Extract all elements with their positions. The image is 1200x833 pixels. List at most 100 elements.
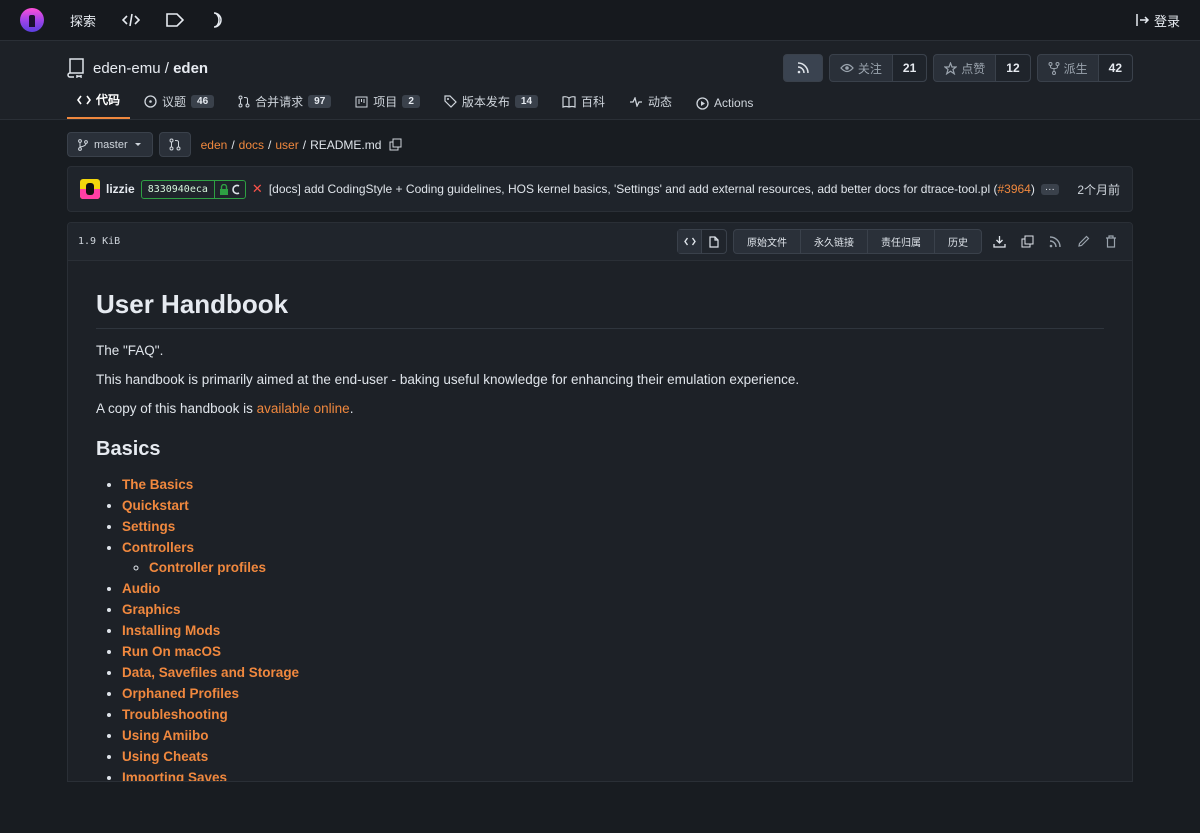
list-item: Using Cheats [122, 749, 1104, 764]
moon-icon[interactable] [210, 12, 224, 28]
fork-button[interactable]: 派生 42 [1036, 54, 1133, 82]
repo-title[interactable]: eden-emu / eden [93, 60, 208, 77]
list-item: Installing Mods [122, 623, 1104, 638]
commit-pr-link[interactable]: #3964 [997, 182, 1030, 196]
tab-code[interactable]: 代码 [67, 91, 131, 119]
doc-link[interactable]: Importing Saves [122, 770, 227, 781]
list-item: Quickstart [122, 498, 1104, 513]
doc-link[interactable]: Troubleshooting [122, 707, 228, 722]
pulse-icon [630, 96, 643, 107]
tab-label: 议题 [162, 95, 187, 109]
login-link[interactable]: 登录 [1136, 11, 1180, 30]
path-segment[interactable]: docs [239, 138, 264, 152]
star-button[interactable]: 点赞 12 [933, 54, 1031, 82]
list-item: Controllers Controller profiles [122, 540, 1104, 575]
project-icon [355, 96, 368, 107]
download-icon[interactable] [988, 235, 1010, 248]
eye-icon [840, 63, 854, 73]
doc-link[interactable]: The Basics [122, 477, 193, 492]
tab-issues[interactable]: 议题 46 [134, 93, 224, 119]
doc-link[interactable]: Data, Savefiles and Storage [122, 665, 299, 680]
trash-icon[interactable] [1100, 235, 1122, 248]
avatar[interactable] [80, 179, 100, 199]
doc-link[interactable]: Run On macOS [122, 644, 221, 659]
file-size: 1.9 KiB [78, 236, 121, 247]
copy-icon[interactable] [1016, 235, 1038, 248]
watch-button[interactable]: 关注 21 [828, 54, 928, 82]
star-label: 点赞 [961, 61, 986, 76]
rendered-view-button[interactable] [702, 230, 726, 253]
tab-label: 项目 [373, 95, 398, 109]
doc-link[interactable]: Using Amiibo [122, 728, 209, 743]
tab-actions[interactable]: Actions [686, 96, 763, 119]
tab-pull-requests[interactable]: 合并请求 97 [228, 93, 341, 119]
code-icon [683, 237, 696, 246]
path-segment[interactable]: user [275, 138, 298, 152]
latest-commit-bar: lizzie 8330940eca ✕ [docs] add CodingSty… [67, 166, 1133, 212]
permalink-button[interactable]: 永久链接 [801, 230, 868, 253]
login-label: 登录 [1153, 13, 1180, 29]
source-view-button[interactable] [678, 230, 702, 253]
tab-label: 合并请求 [255, 95, 304, 109]
repo-owner[interactable]: eden-emu [93, 60, 161, 77]
doc-link[interactable]: Audio [122, 581, 160, 596]
watch-count[interactable]: 21 [891, 55, 927, 81]
tab-label: 动态 [648, 95, 673, 109]
tab-wiki[interactable]: 百科 [552, 93, 615, 119]
commit-author[interactable]: lizzie [106, 182, 135, 196]
code-icon[interactable] [122, 13, 141, 27]
star-icon [944, 61, 958, 75]
compare-button[interactable] [158, 132, 191, 157]
branch-icon [78, 138, 88, 151]
commit-sha-button[interactable]: 8330940eca [140, 179, 246, 199]
doc-link[interactable]: Controller profiles [149, 560, 266, 575]
release-count-badge: 14 [514, 95, 539, 108]
commit-message[interactable]: [docs] add CodingStyle + Coding guidelin… [269, 182, 1035, 196]
list-item: The Basics [122, 477, 1104, 492]
paragraph-faq: The "FAQ". [96, 343, 164, 358]
text: A copy of this handbook is [96, 401, 257, 416]
commit-message-text: [docs] add CodingStyle + Coding guidelin… [268, 182, 998, 196]
repo-name[interactable]: eden [173, 60, 208, 77]
basics-list: The Basics Quickstart Settings Controlle… [96, 477, 1104, 781]
text: . [349, 401, 354, 416]
doc-link[interactable]: Controllers [122, 540, 194, 555]
doc-link[interactable]: Installing Mods [122, 623, 220, 638]
signature-icon [232, 184, 240, 194]
expand-commit-button[interactable]: ··· [1040, 183, 1059, 195]
raw-file-button[interactable]: 原始文件 [734, 230, 801, 253]
blame-button[interactable]: 责任归属 [868, 230, 935, 253]
tab-activity[interactable]: 动态 [619, 93, 682, 119]
path-filename: README.md [310, 137, 382, 152]
list-item: Settings [122, 519, 1104, 534]
file-actions-group: 原始文件 永久链接 责任归属 历史 [733, 229, 982, 254]
tab-projects[interactable]: 项目 2 [345, 93, 430, 119]
ci-failed-icon[interactable]: ✕ [252, 181, 263, 197]
tag-icon[interactable] [166, 13, 185, 27]
commit-sha[interactable]: 8330940eca [142, 184, 214, 195]
site-logo[interactable] [20, 8, 44, 32]
available-online-link[interactable]: available online [257, 401, 350, 416]
doc-link[interactable]: Using Cheats [122, 749, 208, 764]
doc-link[interactable]: Graphics [122, 602, 181, 617]
nav-explore[interactable]: 探索 [70, 11, 96, 30]
path-segment[interactable]: eden [201, 138, 228, 152]
rss-icon[interactable] [1044, 235, 1066, 248]
tab-label: 版本发布 [461, 95, 510, 109]
edit-icon[interactable] [1072, 235, 1094, 248]
history-button[interactable]: 历史 [935, 230, 981, 253]
file-icon [709, 235, 719, 248]
doc-link[interactable]: Quickstart [122, 498, 189, 513]
file-breadcrumb-bar: master eden / docs / user / README.md [0, 120, 1200, 157]
tab-label: Actions [714, 96, 754, 110]
file-path: eden / docs / user / README.md [201, 138, 403, 152]
fork-count[interactable]: 42 [1097, 55, 1132, 81]
doc-link[interactable]: Orphaned Profiles [122, 686, 239, 701]
branch-name: master [94, 138, 128, 151]
tab-releases[interactable]: 版本发布 14 [434, 93, 548, 119]
star-count[interactable]: 12 [995, 55, 1030, 81]
rss-feed-button[interactable] [782, 54, 823, 82]
copy-icon[interactable] [389, 138, 402, 151]
branch-selector[interactable]: master [67, 132, 153, 157]
doc-link[interactable]: Settings [122, 519, 175, 534]
